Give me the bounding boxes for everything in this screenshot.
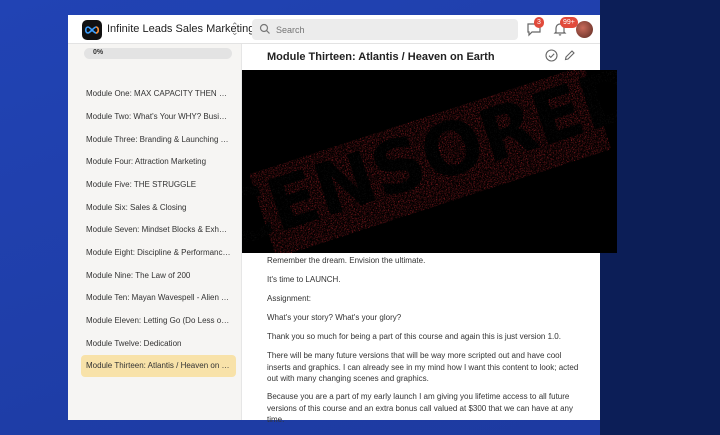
page-background-dark — [600, 0, 720, 435]
edit-pencil-icon[interactable] — [563, 49, 576, 62]
search-input[interactable] — [276, 22, 506, 37]
sidebar-item-module[interactable]: Module Eleven: Letting Go (Do Less of Th… — [81, 310, 236, 332]
progress-label: 0% — [93, 49, 104, 56]
content-paragraph: It's time to LAUNCH. — [267, 275, 341, 284]
content-paragraph: Assignment: — [267, 294, 312, 303]
censored-stamp: CENSORED — [242, 70, 617, 253]
sidebar-item-module[interactable]: Module Four: Attraction Marketing — [81, 151, 236, 173]
sidebar-item-module[interactable]: Module Six: Sales & Closing — [81, 197, 236, 219]
top-bar: Infinite Leads Sales Marketing ⌃⌄ 3 99+ — [68, 15, 600, 44]
sidebar-item-module[interactable]: Module Eight: Discipline & Performance E… — [81, 242, 236, 264]
switcher-chevron-icon[interactable]: ⌃ ⌄ — [231, 22, 239, 37]
search-icon — [259, 23, 270, 34]
sidebar-item-module[interactable]: Module Twelve: Dedication — [81, 333, 236, 355]
content-paragraph: There will be many future versions that … — [267, 351, 579, 383]
sidebar-item-module[interactable]: Module Thirteen: Atlantis / Heaven on Ea… — [81, 355, 236, 377]
infinity-icon — [84, 26, 100, 34]
sidebar-item-module[interactable]: Module Nine: The Law of 200 — [81, 265, 236, 287]
content-paragraph: Thank you so much for being a part of th… — [267, 332, 561, 341]
chat-badge: 3 — [534, 17, 544, 28]
avatar[interactable] — [576, 21, 593, 38]
app-logo[interactable] — [82, 20, 102, 40]
sidebar-item-module[interactable]: Module Two: What's Your WHY? Business ..… — [81, 106, 236, 128]
sidebar-item-module[interactable]: Module Ten: Mayan Wavespell - Alien Tec.… — [81, 287, 236, 309]
censored-image: CENSORED — [242, 70, 617, 253]
content-paragraph: Because you are a part of my early launc… — [267, 392, 573, 424]
page-title: Module Thirteen: Atlantis / Heaven on Ea… — [267, 51, 495, 63]
search-bar[interactable] — [252, 19, 518, 40]
progress-bar: 0% — [84, 48, 232, 59]
sidebar-item-module[interactable]: Module Three: Branding & Launching Your.… — [81, 129, 236, 151]
sidebar-item-module[interactable]: Module Five: THE STRUGGLE — [81, 174, 236, 196]
content-paragraph: What's your story? What's your glory? — [267, 313, 402, 322]
sidebar-item-module[interactable]: Module Seven: Mindset Blocks & Exhausti.… — [81, 219, 236, 241]
sidebar-item-module[interactable]: Module One: MAX CAPACITY THEN SCALE — [81, 83, 236, 105]
sidebar: 0% Module One: MAX CAPACITY THEN SCALE Mo… — [68, 44, 242, 420]
bell-badge: 99+ — [560, 17, 578, 28]
content-paragraph: Remember the dream. Envision the ultimat… — [267, 256, 426, 265]
complete-check-icon[interactable] — [545, 49, 558, 62]
